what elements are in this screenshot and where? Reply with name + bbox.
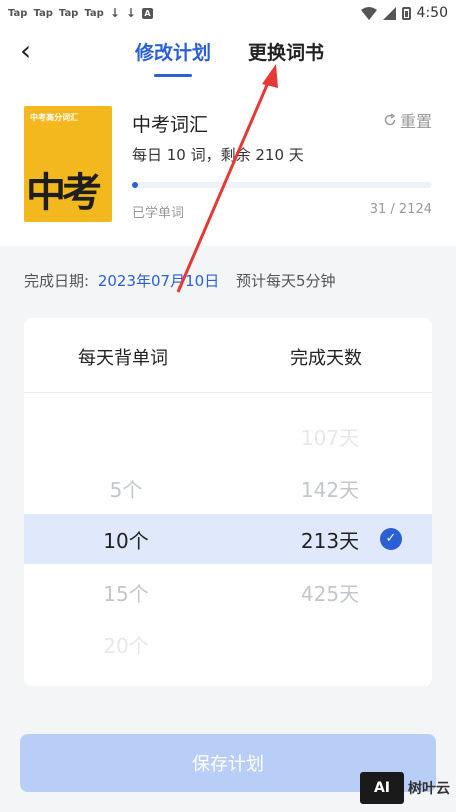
header-nav: ‹ 修改计划 更换词书: [0, 26, 456, 84]
back-button[interactable]: ‹: [20, 37, 31, 65]
cover-subtitle: 中考高分词汇: [30, 113, 78, 122]
tab-modify-plan[interactable]: 修改计划: [135, 38, 211, 65]
book-card: 中考高分词汇 中考 中考词汇 重置 每日 10 词，剩余 210 天 已学单词 …: [0, 84, 456, 246]
daily-plan-summary: 每日 10 词，剩余 210 天: [132, 146, 304, 164]
download-icon: ↓: [109, 6, 120, 20]
app-a-icon: A: [141, 7, 153, 19]
tap-notification-icon: Tap: [33, 7, 53, 19]
checkmark-icon: ✓: [380, 528, 402, 550]
clock: 4:50: [416, 5, 448, 21]
notification-icons: Tap Tap Tap Tap ↓ ↓ A: [8, 6, 153, 20]
days-option[interactable]: 425天: [280, 578, 380, 607]
progress-fill: [132, 182, 138, 188]
plan-picker: 每天背单词 完成天数 5个 10个 15个 20个 107天 142天 213天…: [24, 318, 432, 686]
completion-date-label: 完成日期:: [24, 272, 90, 290]
download-icon: ↓: [125, 6, 136, 20]
active-tab-indicator: [154, 74, 192, 77]
divider: [24, 392, 432, 393]
tap-notification-icon: Tap: [84, 7, 104, 19]
words-option[interactable]: 20个: [76, 630, 176, 659]
reset-button[interactable]: 重置: [383, 108, 432, 132]
words-option[interactable]: 15个: [76, 578, 176, 607]
days-option[interactable]: 107天: [280, 422, 380, 451]
tab-change-book[interactable]: 更换词书: [248, 38, 324, 65]
words-option[interactable]: 5个: [76, 474, 176, 503]
learning-progress-bar: [132, 182, 432, 188]
words-option-selected[interactable]: 10个: [76, 525, 176, 554]
daily-time-estimate: 预计每天5分钟: [235, 272, 336, 290]
reset-label: 重置: [399, 112, 432, 131]
cover-title: 中考: [26, 170, 102, 216]
tap-notification-icon: Tap: [8, 7, 28, 19]
completion-date-value: 2023年07月10日: [97, 272, 220, 290]
refresh-icon: [384, 113, 396, 126]
status-bar: Tap Tap Tap Tap ↓ ↓ A 4:50: [0, 0, 456, 26]
learned-words-label: 已学单词: [132, 206, 185, 221]
signal-icon: [382, 6, 396, 20]
watermark-logo: AI 树叶云: [360, 772, 450, 804]
days-option[interactable]: 142天: [280, 474, 380, 503]
battery-icon: [401, 6, 411, 20]
watermark-ai-icon: AI: [360, 772, 404, 804]
tap-notification-icon: Tap: [58, 7, 79, 19]
book-cover[interactable]: 中考高分词汇 中考: [24, 106, 112, 222]
wifi-icon: [360, 6, 377, 20]
watermark-text: 树叶云: [408, 781, 450, 797]
book-title: 中考词汇: [132, 114, 209, 136]
completion-date-row: 完成日期: 2023年07月10日 预计每天5分钟: [24, 270, 336, 291]
words-per-day-header: 每天背单词: [78, 348, 168, 369]
days-to-finish-header: 完成天数: [290, 348, 362, 369]
days-option-selected[interactable]: 213天: [280, 525, 380, 554]
learned-words-count: 31 / 2124: [369, 202, 432, 217]
